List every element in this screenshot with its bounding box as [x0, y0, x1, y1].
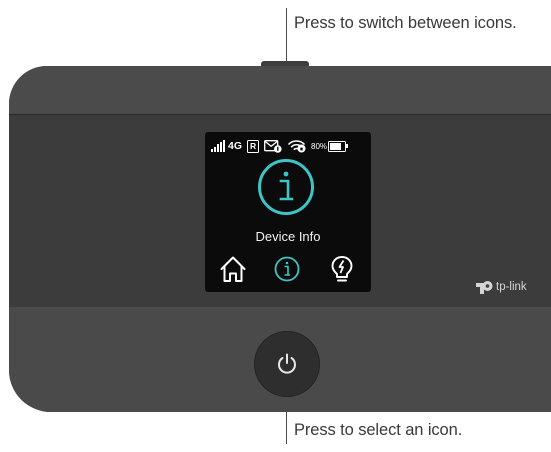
battery-fill: [330, 142, 342, 150]
device-info-icon: [258, 159, 314, 215]
device-top-band: [9, 66, 551, 113]
roaming-icon: R: [247, 139, 260, 153]
home-icon[interactable]: [219, 254, 247, 284]
info-icon[interactable]: [273, 254, 301, 284]
tp-link-logo-icon: [476, 281, 493, 294]
screen-title: Device Info: [255, 229, 321, 244]
wifi-icon: [287, 139, 307, 153]
lightbulb-icon[interactable]: [328, 254, 356, 284]
battery-icon: [328, 140, 349, 152]
brand-logo: tp-link: [475, 279, 527, 295]
signal-strength-icon: [211, 140, 227, 152]
device-screen: 4G R 80% Device Info: [205, 132, 371, 292]
brand-name: tp-link: [496, 281, 527, 293]
battery-percent: 80%: [311, 141, 328, 151]
bottom-callout-line: [286, 397, 287, 444]
power-icon: [278, 353, 296, 374]
stage: Press to switch between icons. 4G R 80% …: [0, 0, 551, 452]
message-icon: [264, 139, 282, 153]
power-select-button[interactable]: [254, 331, 320, 397]
bottom-callout-text: Press to select an icon.: [294, 421, 463, 439]
top-callout-line: [286, 8, 287, 62]
network-type-label: 4G: [228, 140, 243, 152]
status-bar: 4G R 80%: [211, 138, 367, 154]
top-callout-text: Press to switch between icons.: [294, 14, 517, 32]
